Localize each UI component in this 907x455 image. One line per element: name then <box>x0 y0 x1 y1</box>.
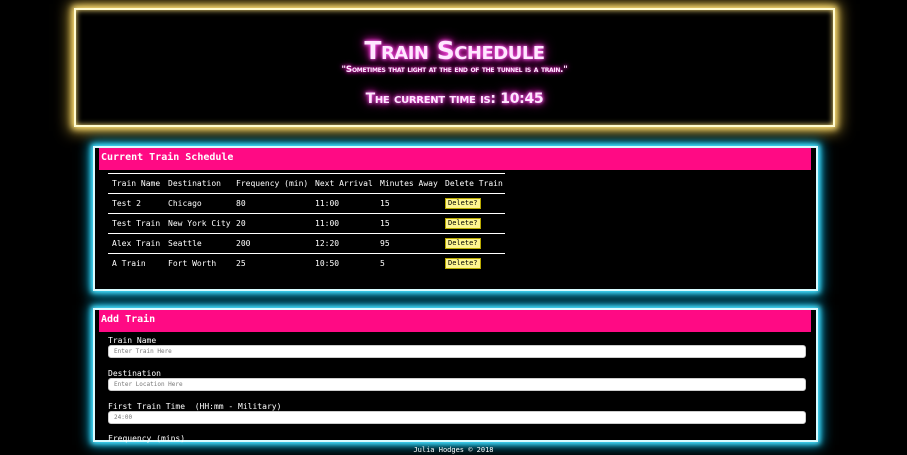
table-row: Test Train New York City 20 11:00 15 Del… <box>108 214 505 234</box>
train-name-cell: Test Train <box>112 219 161 228</box>
current-time-display: The current time is: 10:45 <box>76 91 833 107</box>
destination-cell: Seattle <box>168 239 202 248</box>
minutes-away-cell: 95 <box>380 239 390 248</box>
train-name-cell: Test 2 <box>112 199 141 208</box>
page-title: Train Schedule <box>364 36 545 65</box>
schedule-header-row: Train Name Destination Frequency (min) N… <box>108 173 505 194</box>
column-header-frequency: Frequency (min) <box>236 179 309 188</box>
frequency-cell: 25 <box>236 259 246 269</box>
destination-cell: Fort Worth <box>168 259 217 269</box>
table-row: A Train Fort Worth 25 10:50 5 Delete? <box>108 254 505 274</box>
frequency-cell: 20 <box>236 219 246 228</box>
delete-train-button[interactable]: Delete? <box>445 218 481 229</box>
table-row: Test 2 Chicago 80 11:00 15 Delete? <box>108 194 505 214</box>
schedule-panel-heading: Current Train Schedule <box>99 148 811 170</box>
frequency-cell: 200 <box>236 239 251 248</box>
delete-cell: Delete? <box>441 234 505 254</box>
minutes-away-cell: 15 <box>380 199 390 208</box>
train-name-cell: Alex Train <box>112 239 161 248</box>
column-header-destination: Destination <box>168 179 221 188</box>
schedule-panel: Current Train Schedule Train Name Destin… <box>93 146 818 291</box>
train-name-cell: A Train <box>112 259 146 269</box>
destination-cell: Chicago <box>168 199 202 208</box>
delete-cell: Delete? <box>441 194 505 214</box>
header-banner: Train Schedule "Sometimes that light at … <box>74 8 835 127</box>
delete-train-button[interactable]: Delete? <box>445 238 481 249</box>
current-time-label: The current time is: <box>365 91 496 107</box>
delete-cell: Delete? <box>441 254 505 274</box>
train-name-input[interactable] <box>108 345 806 358</box>
column-header-delete-train: Delete Train <box>445 179 503 188</box>
destination-cell: New York City <box>168 219 231 228</box>
delete-train-button[interactable]: Delete? <box>445 258 481 270</box>
train-name-label: Train Name <box>108 336 157 345</box>
add-train-panel-heading: Add Train <box>99 310 811 332</box>
delete-cell: Delete? <box>441 214 505 234</box>
next-arrival-cell: 11:00 <box>315 199 340 208</box>
frequency-cell: 80 <box>236 199 246 208</box>
first-train-time-label: First Train Time (HH:mm - Military) <box>108 402 282 411</box>
next-arrival-cell: 11:00 <box>315 219 340 228</box>
frequency-label: Frequency (mins) <box>108 434 186 443</box>
current-time-value: 10:45 <box>500 91 544 107</box>
column-header-next-arrival: Next Arrival <box>315 179 373 188</box>
destination-label: Destination <box>108 369 161 378</box>
first-train-time-input[interactable] <box>108 411 806 424</box>
table-row: Alex Train Seattle 200 12:20 95 Delete? <box>108 234 505 254</box>
next-arrival-cell: 12:20 <box>315 239 340 248</box>
column-header-train-name: Train Name <box>112 179 161 188</box>
schedule-table: Train Name Destination Frequency (min) N… <box>108 173 505 274</box>
add-train-panel: Add Train Train Name Destination First T… <box>93 308 818 443</box>
column-header-minutes-away: Minutes Away <box>380 179 438 188</box>
destination-input[interactable] <box>108 378 806 391</box>
minutes-away-cell: 15 <box>380 219 390 228</box>
page-subtitle-quote: "Sometimes that light at the end of the … <box>341 65 568 75</box>
next-arrival-cell: 10:50 <box>315 259 340 269</box>
footer-copyright: Julia Hodges © 2018 <box>413 446 494 454</box>
minutes-away-cell: 5 <box>380 259 385 269</box>
delete-train-button[interactable]: Delete? <box>445 198 481 209</box>
